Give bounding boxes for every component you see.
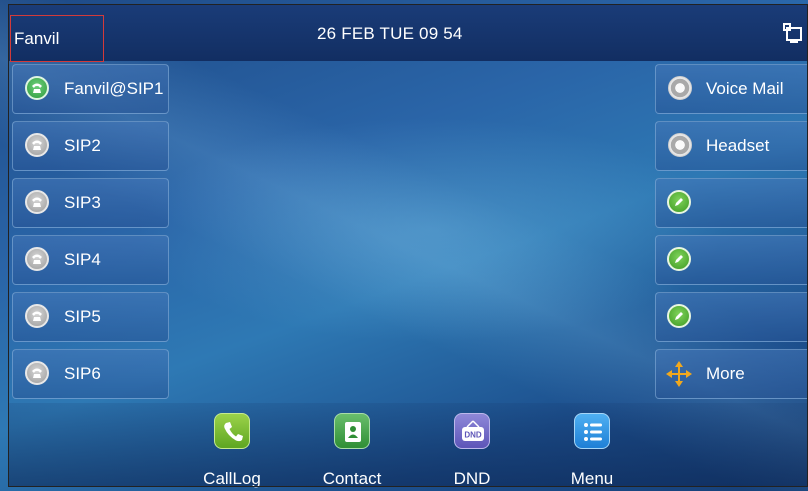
line-key-sip4[interactable]: SIP4 [12,235,169,285]
line-label: SIP2 [64,136,101,155]
dss-key-empty-1[interactable] [655,178,808,228]
edit-icon [667,304,691,328]
calllog-label: CallLog [203,469,261,488]
phone-icon [25,76,49,100]
dss-key-more[interactable]: More [655,349,808,399]
contact-button[interactable]: Contact [316,413,388,488]
dss-key-empty-2[interactable] [655,235,808,285]
edit-icon [667,247,691,271]
menu-icon [574,413,610,449]
dnd-label: DND [453,469,491,488]
dss-key-headset[interactable]: Headset [655,121,808,171]
contact-icon [334,413,370,449]
line-key-sip6[interactable]: SIP6 [12,349,169,399]
voicemail-icon [668,76,692,100]
phone-icon [25,133,49,157]
dnd-icon: DND [454,413,490,449]
contact-label: Contact [322,469,382,488]
account-label[interactable]: Fanvil [10,15,104,62]
line-label: Fanvil@SIP1 [64,79,164,98]
dss-label: Voice Mail [706,79,784,98]
line-label: SIP3 [64,193,101,212]
menu-label: Menu [570,469,614,488]
bottom-dock [9,403,808,487]
menu-button[interactable]: Menu [556,413,628,488]
date-time: 26 FEB TUE 09 54 [317,24,463,43]
phone-screen: Fanvil 26 FEB TUE 09 54 Fanvil@SIP1 SIP2… [0,0,808,491]
line-key-sip5[interactable]: SIP5 [12,292,169,342]
line-key-sip1[interactable]: Fanvil@SIP1 [12,64,169,114]
dss-key-voicemail[interactable]: Voice Mail [655,64,808,114]
dss-label: More [706,364,745,383]
line-key-sip2[interactable]: SIP2 [12,121,169,171]
line-label: SIP4 [64,250,101,269]
headset-icon [668,133,692,157]
network-icon [782,22,804,46]
phone-icon [25,361,49,385]
calllog-button[interactable]: CallLog [196,413,268,488]
dss-label: Headset [706,136,770,155]
phone-icon [25,190,49,214]
line-key-sip3[interactable]: SIP3 [12,178,169,228]
line-label: SIP5 [64,307,101,326]
more-arrows-icon [665,360,693,388]
dss-key-empty-3[interactable] [655,292,808,342]
dnd-button[interactable]: DND DND [436,413,508,488]
dnd-icon-text: DND [464,431,482,440]
edit-icon [667,190,691,214]
phone-icon [25,247,49,271]
phone-icon [25,304,49,328]
line-label: SIP6 [64,364,101,383]
calllog-icon [214,413,250,449]
